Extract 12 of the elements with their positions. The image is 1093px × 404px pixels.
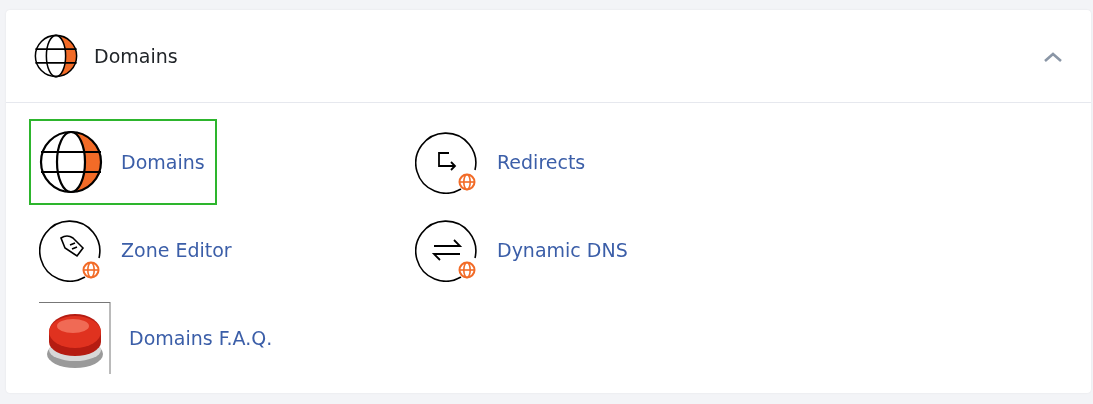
swap-arrows-icon [415, 218, 479, 282]
help-button-icon [39, 302, 111, 374]
tool-link[interactable]: Zone Editor [29, 207, 244, 293]
globe-icon [39, 130, 103, 194]
globe-icon [34, 34, 78, 78]
pen-icon [39, 218, 103, 282]
tool-link[interactable]: Dynamic DNS [405, 207, 640, 293]
section-title: Domains [94, 43, 179, 69]
redirect-icon [415, 130, 479, 194]
tool-link[interactable]: Redirects [405, 119, 598, 205]
tool-link[interactable]: Domains F.A.Q. [29, 295, 285, 381]
tool-link[interactable]: Domains [29, 119, 217, 205]
